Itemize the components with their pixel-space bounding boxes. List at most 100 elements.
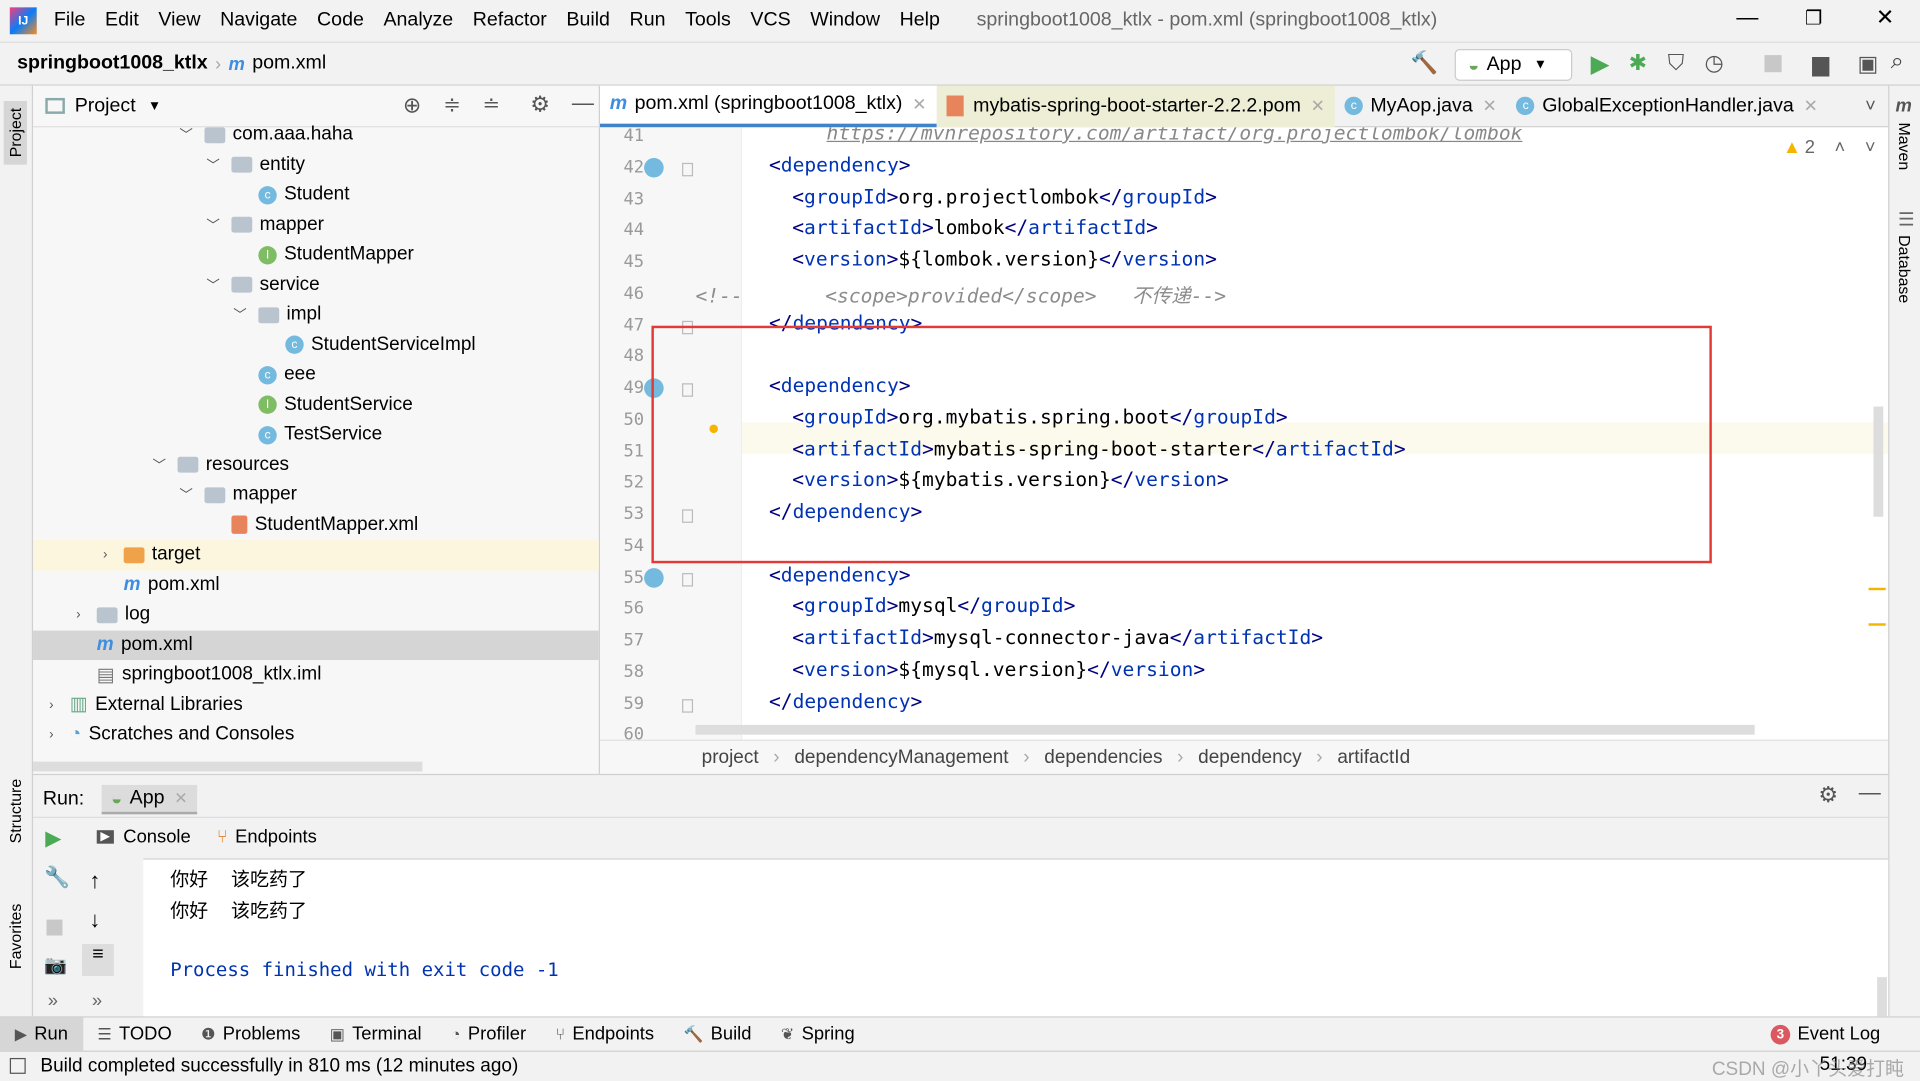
nav-project[interactable]: springboot1008_ktlx	[17, 53, 208, 75]
menu-window[interactable]: Window	[810, 10, 880, 32]
close-tab-icon[interactable]: ✕	[1311, 96, 1325, 117]
menu-vcs[interactable]: VCS	[750, 10, 790, 32]
database-tool-button[interactable]: Database	[1896, 235, 1914, 303]
rerun-icon[interactable]: ▶	[45, 827, 61, 851]
tree-item[interactable]: ﹀ impl	[33, 300, 599, 330]
close-icon[interactable]: ✕	[174, 789, 187, 809]
editor-tab[interactable]: c GlobalExceptionHandler.java ✕	[1507, 85, 1828, 127]
soft-wrap-icon[interactable]: ≡	[82, 944, 114, 976]
intention-bulb-icon[interactable]: ●	[708, 419, 720, 441]
menu-view[interactable]: View	[158, 10, 200, 32]
chevron-down-icon[interactable]: ﹀	[204, 155, 221, 175]
tool-window-run[interactable]: ▶ Run	[0, 1017, 83, 1051]
tree-item[interactable]: ﹀ mapper	[33, 210, 599, 240]
tool-window-profiler[interactable]: ◔ Profiler	[436, 1018, 541, 1051]
breadcrumb-item[interactable]: project	[702, 746, 759, 768]
tabs-dropdown-icon[interactable]: ˅	[1865, 96, 1876, 117]
menu-analyze[interactable]: Analyze	[383, 10, 453, 32]
restore-button[interactable]: ❐	[1805, 6, 1823, 30]
tree-item[interactable]: ▤ springboot1008_ktlx.iml	[33, 660, 599, 690]
close-button[interactable]: ✕	[1876, 5, 1894, 31]
more-icon[interactable]: »	[48, 991, 58, 1012]
gear-icon[interactable]: ⚙	[1818, 782, 1838, 808]
endpoints-tab[interactable]: ⑂ Endpoints	[217, 827, 317, 848]
horizontal-scrollbar[interactable]	[33, 761, 423, 772]
tool-window-terminal[interactable]: ▣ Terminal	[315, 1018, 436, 1051]
chevron-down-icon[interactable]: ﹀	[178, 125, 195, 145]
project-view-select[interactable]: Project	[75, 95, 136, 117]
menu-run[interactable]: Run	[630, 10, 666, 32]
chevron-down-icon[interactable]: ﹀	[204, 215, 221, 235]
maven-dependency-gutter-icon[interactable]	[644, 567, 664, 588]
tree-item[interactable]: c Student	[33, 180, 599, 210]
tree-item[interactable]: I StudentService	[33, 390, 599, 420]
wrench-icon[interactable]: 🔧	[44, 866, 70, 890]
search-icon[interactable]: ⌕	[1891, 49, 1904, 76]
horizontal-scrollbar[interactable]	[695, 724, 1755, 735]
tree-item[interactable]: ﹀ service	[33, 270, 599, 300]
menu-tools[interactable]: Tools	[685, 10, 731, 32]
tree-item[interactable]: ﹀ entity	[33, 150, 599, 180]
event-log-button[interactable]: 3 Event Log	[1770, 1024, 1880, 1044]
run-config-select[interactable]: ◒ App ▼	[1454, 48, 1573, 81]
up-arrow-icon[interactable]: ↑	[89, 868, 100, 894]
chevron-right-icon[interactable]: ›	[70, 608, 87, 623]
terminal-window-icon[interactable]: ▣	[1858, 51, 1879, 77]
stop-icon[interactable]	[46, 919, 63, 936]
close-tab-icon[interactable]: ✕	[912, 94, 926, 115]
tool-window-spring[interactable]: ❦ Spring	[766, 1018, 869, 1051]
tree-item[interactable]: › ▥ External Libraries	[33, 690, 599, 720]
gear-icon[interactable]: ⚙	[530, 92, 550, 118]
tree-item[interactable]: ﹀ mapper	[33, 480, 599, 510]
chevron-right-icon[interactable]: ›	[97, 548, 114, 563]
chevron-down-icon[interactable]: ﹀	[204, 275, 221, 295]
chevron-right-icon[interactable]: ›	[43, 728, 60, 743]
down-arrow-icon[interactable]: ↓	[89, 907, 100, 933]
fold-icon[interactable]	[682, 698, 694, 713]
console-scrollbar[interactable]	[1877, 977, 1887, 1017]
structure-tool-button[interactable]: Structure	[6, 779, 24, 844]
locate-icon[interactable]: ⊕	[403, 93, 421, 119]
tool-window-build[interactable]: 🔨 Build	[669, 1018, 766, 1051]
menu-code[interactable]: Code	[317, 10, 364, 32]
previous-highlight-icon[interactable]: ˄	[1835, 137, 1846, 158]
stop-icon[interactable]	[1764, 55, 1782, 73]
tool-window-endpoints[interactable]: ⑂ Endpoints	[541, 1018, 669, 1051]
debug-icon[interactable]: ✱	[1629, 50, 1647, 76]
close-tab-icon[interactable]: ✕	[1483, 96, 1497, 117]
tree-item[interactable]: c TestService	[33, 420, 599, 450]
fold-icon[interactable]	[682, 162, 694, 177]
breadcrumb-item[interactable]: dependencies	[1044, 746, 1162, 768]
profiler-icon[interactable]: ◷	[1704, 50, 1723, 76]
project-structure-icon[interactable]: ▆	[1812, 51, 1829, 77]
favorites-tool-button[interactable]: Favorites	[6, 904, 24, 969]
run-icon[interactable]: ▶	[1591, 49, 1610, 80]
project-tool-button[interactable]: Project	[3, 100, 27, 165]
chevron-down-icon[interactable]: ▼	[148, 99, 161, 114]
menu-refactor[interactable]: Refactor	[473, 10, 547, 32]
camera-icon[interactable]: 📷	[44, 954, 67, 976]
vertical-scrollbar[interactable]	[1873, 406, 1884, 517]
menu-build[interactable]: Build	[566, 10, 610, 32]
menu-file[interactable]: File	[54, 10, 86, 32]
tree-item[interactable]: ﹀ resources	[33, 450, 599, 480]
breadcrumb-item[interactable]: dependency	[1198, 746, 1301, 768]
chevron-right-icon[interactable]: ›	[43, 698, 60, 713]
code-editor[interactable]: 41 42 43 44 45 46 47 48 49 50 51 52 53 54 55 56 57 58 59 60…	[600, 127, 1889, 740]
close-tab-icon[interactable]: ✕	[1804, 96, 1818, 117]
tree-item[interactable]: › ◔ Scratches and Consoles	[33, 720, 599, 750]
editor-tab[interactable]: c MyAop.java ✕	[1335, 85, 1507, 127]
tree-item[interactable]: StudentMapper.xml	[33, 510, 599, 540]
minimize-button[interactable]: —	[1736, 5, 1758, 31]
tree-item[interactable]: › log	[33, 600, 599, 630]
tree-item[interactable]: m pom.xml	[33, 630, 599, 661]
breadcrumb-item[interactable]: artifactId	[1337, 746, 1410, 768]
status-toggle-icon[interactable]	[9, 1057, 26, 1074]
tree-item[interactable]: c eee	[33, 360, 599, 390]
menu-help[interactable]: Help	[900, 10, 940, 32]
menu-edit[interactable]: Edit	[105, 10, 139, 32]
maven-dependency-gutter-icon[interactable]	[644, 157, 664, 178]
breadcrumb-item[interactable]: dependencyManagement	[794, 746, 1008, 768]
run-tab-app[interactable]: ◒ App ✕	[101, 784, 198, 815]
build-hammer-icon[interactable]: 🔨	[1411, 50, 1438, 76]
